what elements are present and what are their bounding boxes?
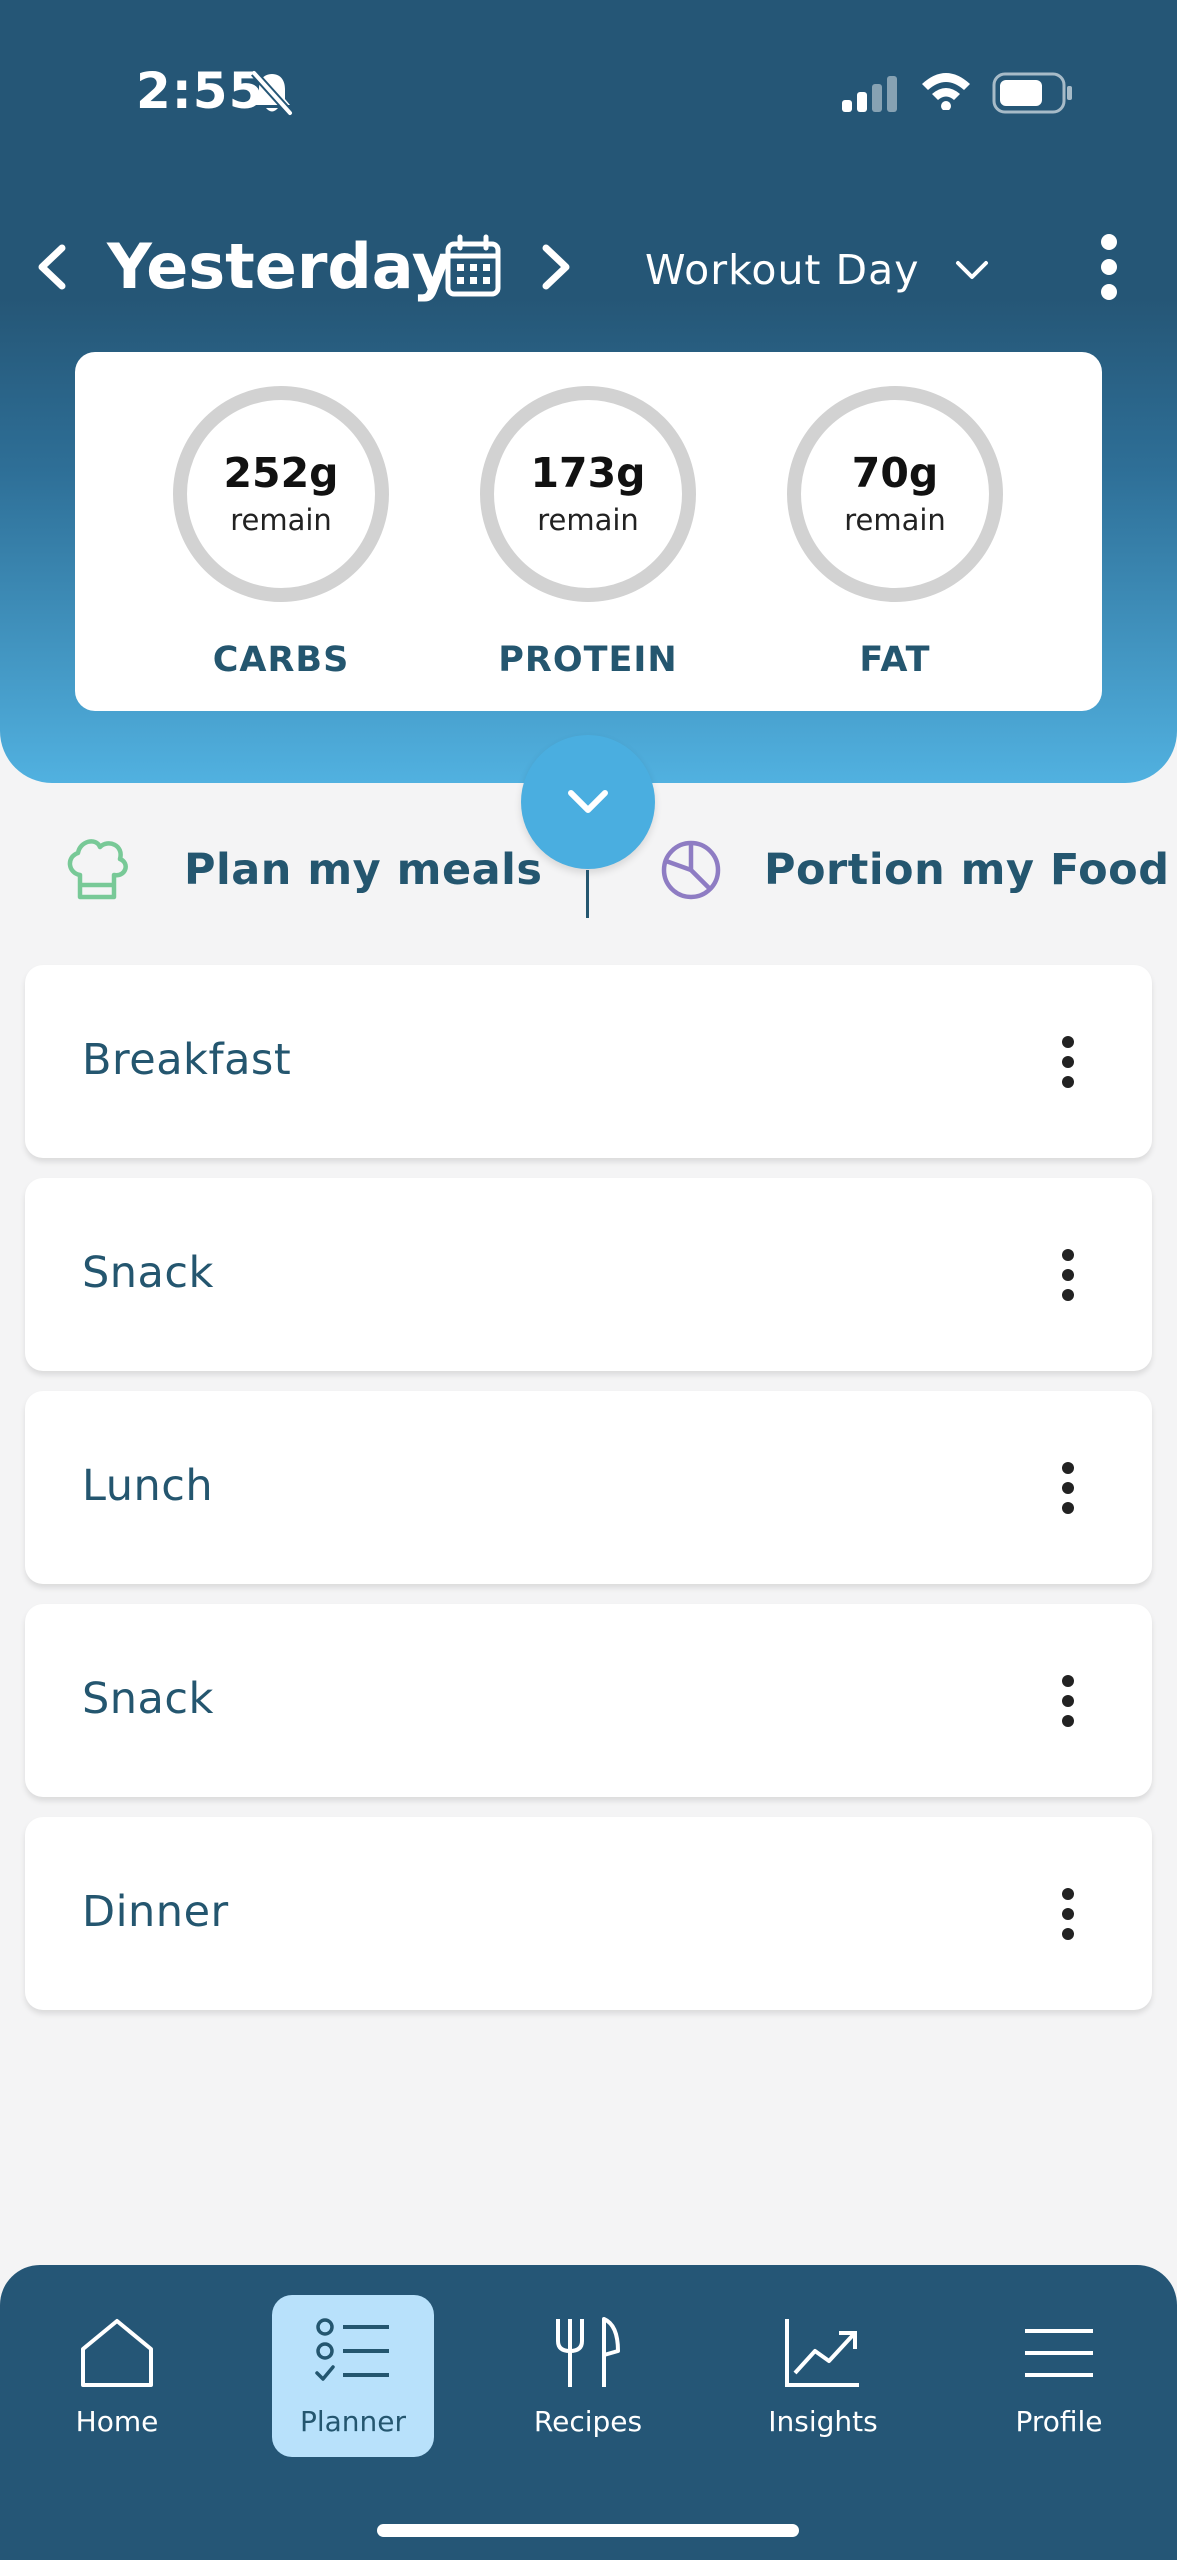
meal-name: Lunch <box>82 1461 214 1511</box>
plan-meals-label: Plan my meals <box>184 845 543 895</box>
macro-ring: 173g remain <box>480 386 696 602</box>
meal-card-dinner[interactable]: Dinner <box>25 1817 1152 2010</box>
meal-name: Breakfast <box>82 1035 292 1085</box>
macro-label: PROTEIN <box>498 640 678 680</box>
battery-icon <box>992 72 1072 114</box>
chevron-down-icon <box>568 790 608 813</box>
meal-name: Snack <box>82 1674 214 1724</box>
bottom-navigation: Home Planner Recipes Insights Profile <box>0 2265 1177 2560</box>
macro-remain: remain <box>537 502 639 537</box>
status-time: 2:55 <box>136 62 265 120</box>
tab-label: Home <box>75 2405 159 2438</box>
macro-carbs: 252g remain CARBS <box>171 386 391 680</box>
macro-amount: 252g <box>223 449 339 498</box>
more-options-icon[interactable] <box>1055 1035 1081 1089</box>
tab-recipes[interactable]: Recipes <box>507 2295 669 2457</box>
more-options-icon[interactable] <box>1055 1674 1081 1728</box>
meal-actions: Plan my meals Portion my Food <box>0 830 1177 918</box>
macro-amount: 70g <box>851 449 939 498</box>
chevron-right-icon[interactable] <box>538 242 574 292</box>
chart-icon <box>785 2319 859 2387</box>
meal-card-lunch[interactable]: Lunch <box>25 1391 1152 1584</box>
tab-home[interactable]: Home <box>36 2295 198 2457</box>
chef-hat-icon <box>67 839 128 900</box>
macro-fat: 70g remain FAT <box>785 386 1005 680</box>
macro-label: FAT <box>859 640 931 680</box>
macro-summary-card: 252g remain CARBS 173g remain PROTEIN 70… <box>75 352 1102 711</box>
tab-insights[interactable]: Insights <box>742 2295 904 2457</box>
day-type-label: Workout Day <box>645 246 920 294</box>
more-options-icon[interactable] <box>1055 1461 1081 1515</box>
macro-ring: 252g remain <box>173 386 389 602</box>
header: 2:55 Yesterday Workout Day 252g remain C… <box>0 0 1177 783</box>
chevron-down-icon <box>955 261 988 279</box>
macro-amount: 173g <box>530 449 646 498</box>
macro-label: CARBS <box>212 640 350 680</box>
tab-label: Profile <box>1015 2405 1103 2438</box>
tab-label: Planner <box>299 2405 407 2438</box>
fork-knife-icon <box>556 2317 620 2387</box>
portion-food-label: Portion my Food <box>764 845 1170 895</box>
meal-card-breakfast[interactable]: Breakfast <box>25 965 1152 1158</box>
divider <box>586 870 589 918</box>
meal-list: Breakfast Snack Lunch Snack Dinner <box>25 965 1152 2030</box>
meal-name: Dinner <box>82 1887 229 1937</box>
calendar-icon[interactable] <box>444 234 502 298</box>
tab-planner[interactable]: Planner <box>272 2295 434 2457</box>
home-indicator <box>377 2524 799 2537</box>
planner-icon <box>315 2318 389 2381</box>
macro-ring: 70g remain <box>787 386 1003 602</box>
date-navigation: Yesterday Workout Day <box>0 222 1177 312</box>
plan-meals-button[interactable]: Plan my meals <box>62 830 542 910</box>
cellular-signal-icon <box>842 76 897 112</box>
tab-label: Recipes <box>533 2405 643 2438</box>
more-options-icon[interactable] <box>1094 232 1124 302</box>
tab-label: Insights <box>768 2405 878 2438</box>
more-options-icon[interactable] <box>1055 1248 1081 1302</box>
day-title[interactable]: Yesterday <box>107 230 452 303</box>
more-options-icon[interactable] <box>1055 1887 1081 1941</box>
wifi-icon <box>922 73 970 110</box>
pie-chart-icon <box>661 840 721 900</box>
menu-icon <box>1025 2329 1093 2377</box>
meal-card-snack[interactable]: Snack <box>25 1604 1152 1797</box>
portion-food-button[interactable]: Portion my Food <box>660 830 1169 910</box>
chevron-left-icon[interactable] <box>34 242 70 292</box>
macro-remain: remain <box>844 502 946 537</box>
tab-profile[interactable]: Profile <box>978 2295 1140 2457</box>
macro-remain: remain <box>230 502 332 537</box>
day-type-dropdown[interactable]: Workout Day <box>645 242 990 298</box>
meal-card-snack[interactable]: Snack <box>25 1178 1152 1371</box>
meal-name: Snack <box>82 1248 214 1298</box>
home-icon <box>81 2319 153 2387</box>
macro-protein: 173g remain PROTEIN <box>478 386 698 680</box>
bell-muted-icon <box>251 70 293 116</box>
